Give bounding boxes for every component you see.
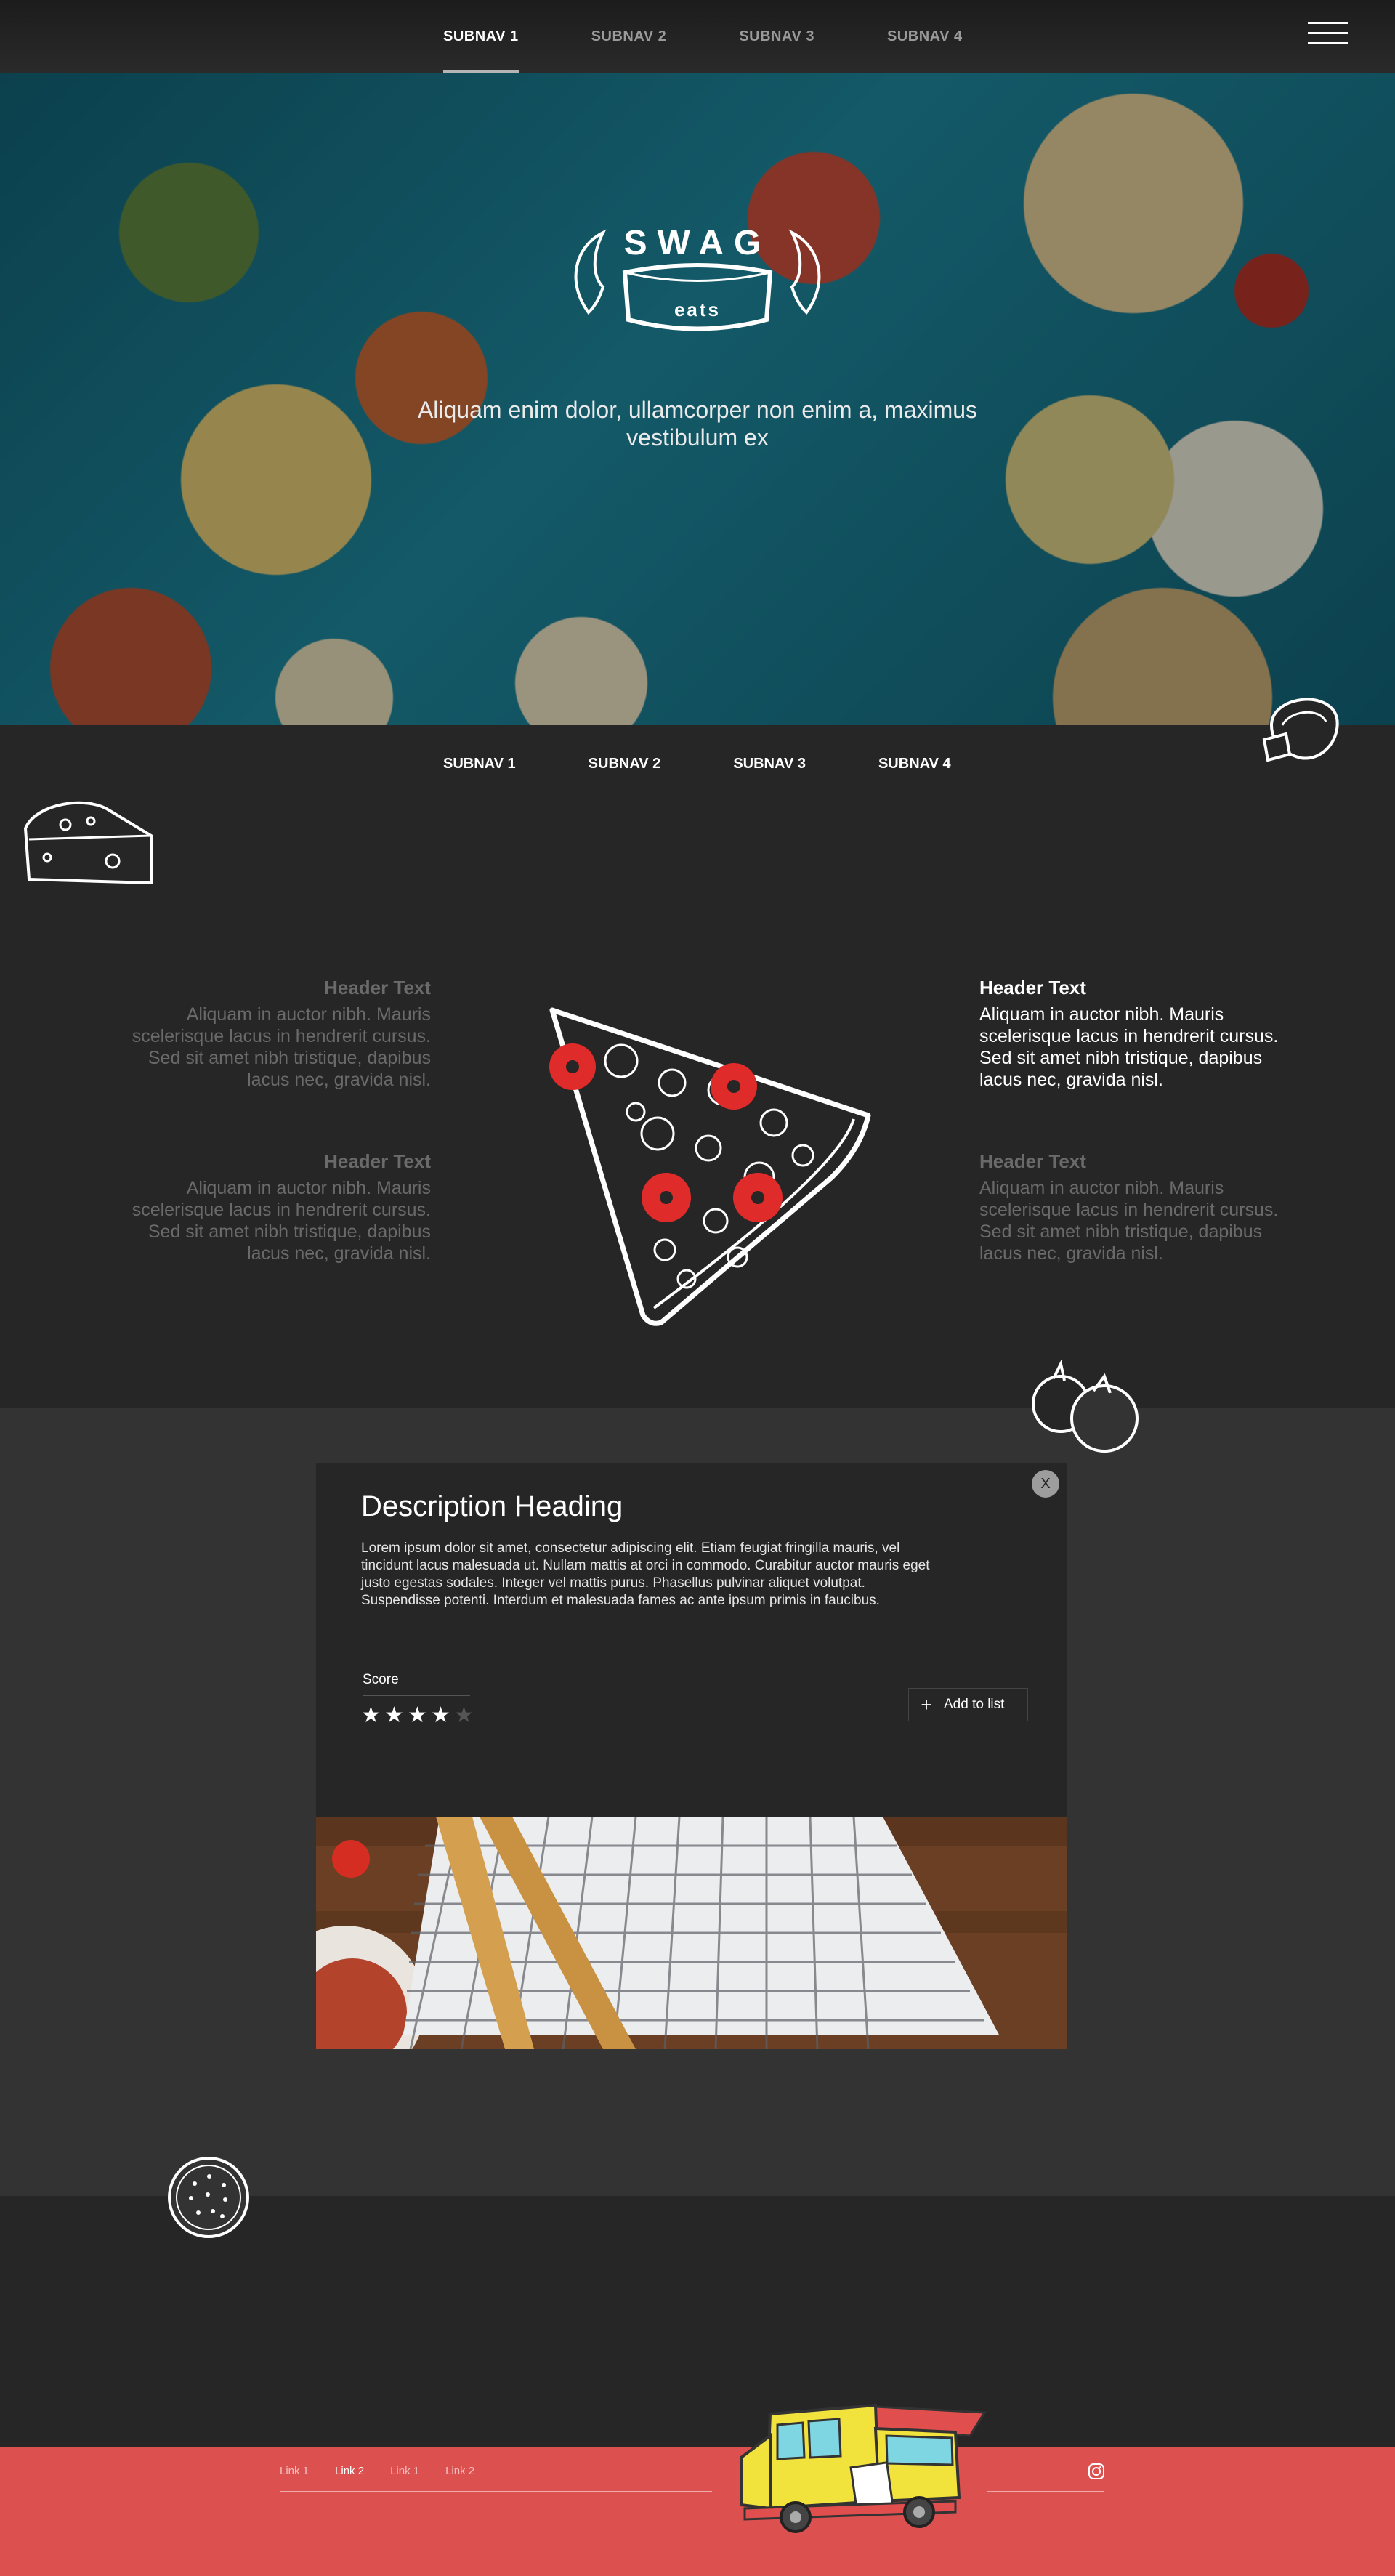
footer-link-2[interactable]: Link 2	[335, 2465, 364, 2477]
food-truck-illustration	[740, 2403, 987, 2533]
feature-title: Header Text	[979, 1150, 1086, 1172]
logo-sub: eats	[674, 299, 721, 320]
footer-divider-right	[987, 2491, 1104, 2492]
plus-icon: +	[921, 1693, 932, 1716]
hamburger-menu-icon[interactable]	[1308, 22, 1348, 48]
star-icon-filled[interactable]: ★	[384, 1703, 408, 1728]
star-icon-filled[interactable]: ★	[361, 1703, 384, 1728]
top-nav-subnav-4[interactable]: SUBNAV 4	[887, 0, 963, 73]
swag-eats-logo: SWAG eats	[574, 224, 821, 331]
card-heading: Description Heading	[361, 1490, 623, 1522]
top-navigation: SUBNAV 1 SUBNAV 2 SUBNAV 3 SUBNAV 4	[0, 0, 1395, 73]
feature-body: Aliquam in auctor nibh. Mauris scelerisq…	[132, 1004, 431, 1090]
footer-link-4[interactable]: Link 2	[445, 2465, 474, 2477]
top-nav-subnav-2[interactable]: SUBNAV 2	[591, 0, 667, 73]
top-nav-subnav-3[interactable]: SUBNAV 3	[739, 0, 814, 73]
feature-bottom-left[interactable]: Header Text Aliquam in auctor nibh. Maur…	[111, 1150, 431, 1264]
secondary-navigation: SUBNAV 1 SUBNAV 2 SUBNAV 3 SUBNAV 4	[443, 756, 1024, 772]
footer-links: Link 1 Link 2 Link 1 Link 2	[280, 2465, 501, 2477]
description-card: X Description Heading Lorem ipsum dolor …	[316, 1463, 1067, 2049]
instagram-icon[interactable]	[1088, 2463, 1105, 2480]
score-label: Score	[363, 1672, 399, 1687]
star-icon-filled[interactable]: ★	[431, 1703, 454, 1728]
footer-divider-left	[280, 2491, 712, 2492]
tomatoes-illustration-icon	[1032, 1360, 1139, 1453]
secondary-nav-subnav-2[interactable]: SUBNAV 2	[589, 756, 661, 772]
feature-body: Aliquam in auctor nibh. Mauris scelerisq…	[979, 1004, 1279, 1090]
card-description: Lorem ipsum dolor sit amet, consectetur …	[361, 1541, 930, 1608]
footer-link-1[interactable]: Link 1	[280, 2465, 309, 2477]
secondary-nav-subnav-3[interactable]: SUBNAV 3	[733, 756, 806, 772]
add-to-list-label: Add to list	[944, 1697, 1005, 1712]
food-photo	[316, 1817, 1067, 2049]
pizza-slice-illustration	[549, 1007, 871, 1326]
top-nav-subnav-1[interactable]: SUBNAV 1	[443, 0, 519, 73]
hero-tagline: Aliquam enim dolor, ullamcorper non enim…	[417, 397, 978, 451]
close-button[interactable]: X	[1032, 1470, 1059, 1498]
logo-word: SWAG	[624, 224, 772, 262]
footer	[0, 2447, 1395, 2576]
feature-top-right-active[interactable]: Header Text Aliquam in auctor nibh. Maur…	[979, 977, 1299, 1091]
mushroom-illustration-icon	[1262, 698, 1339, 762]
add-to-list-button[interactable]: + Add to list	[908, 1688, 1028, 1721]
secondary-nav-subnav-1[interactable]: SUBNAV 1	[443, 756, 516, 772]
top-nav-list: SUBNAV 1 SUBNAV 2 SUBNAV 3 SUBNAV 4	[443, 0, 1035, 73]
secondary-nav-subnav-4[interactable]: SUBNAV 4	[878, 756, 951, 772]
pizza-round-illustration-icon	[168, 2157, 249, 2238]
feature-body: Aliquam in auctor nibh. Mauris scelerisq…	[979, 1178, 1279, 1264]
feature-bottom-right[interactable]: Header Text Aliquam in auctor nibh. Maur…	[979, 1150, 1299, 1264]
score-divider	[363, 1695, 470, 1696]
star-rating[interactable]: ★ ★ ★ ★ ★	[361, 1703, 477, 1728]
cheese-illustration-icon	[23, 801, 153, 885]
feature-body: Aliquam in auctor nibh. Mauris scelerisq…	[132, 1178, 431, 1264]
feature-title: Header Text	[324, 977, 431, 998]
feature-top-left[interactable]: Header Text Aliquam in auctor nibh. Maur…	[111, 977, 431, 1091]
hero-banner: SWAG eats Aliquam enim dolor, ullamcorpe…	[0, 73, 1395, 725]
star-icon-filled[interactable]: ★	[408, 1703, 431, 1728]
footer-link-3[interactable]: Link 1	[390, 2465, 419, 2477]
star-icon-empty[interactable]: ★	[454, 1703, 477, 1728]
feature-title: Header Text	[324, 1150, 431, 1172]
feature-title: Header Text	[979, 977, 1086, 998]
